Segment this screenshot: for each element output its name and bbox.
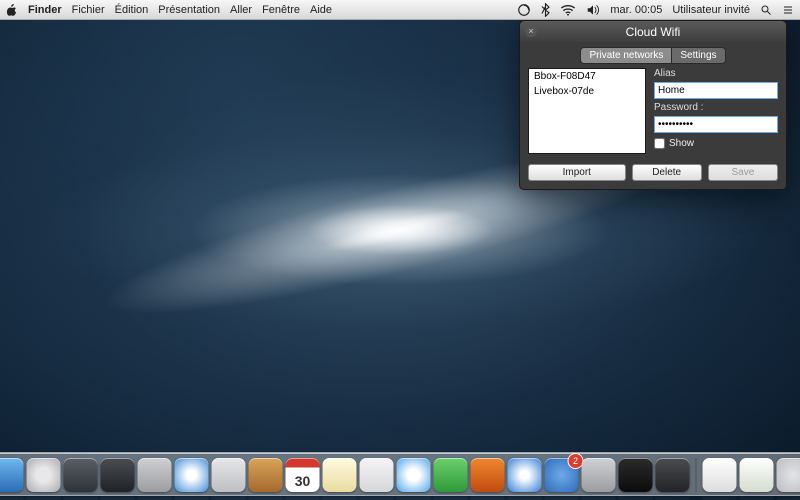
network-item[interactable]: Livebox-07de [529,84,645,99]
dock-cloud-wifi-icon[interactable] [656,458,690,492]
dock-mission-control-icon[interactable] [64,458,98,492]
delete-button[interactable]: Delete [632,164,702,181]
apple-menu-icon[interactable] [6,4,18,16]
close-icon[interactable]: × [525,25,537,37]
timemachine-status-icon[interactable] [517,3,531,17]
dock-preview-icon[interactable] [582,458,616,492]
dock: 30 2 [0,452,800,496]
wifi-status-icon[interactable] [560,4,576,16]
menubar: Finder Fichier Édition Présentation Alle… [0,0,800,20]
menu-aller[interactable]: Aller [230,4,252,16]
alias-label: Alias [654,68,778,79]
dock-dashboard-icon[interactable] [101,458,135,492]
dock-reminders-icon[interactable] [360,458,394,492]
dock-calendar-icon[interactable]: 30 [286,458,320,492]
show-password-label: Show [669,138,694,149]
menubar-user[interactable]: Utilisateur invité [672,4,750,16]
dock-safari-icon[interactable] [175,458,209,492]
password-field[interactable] [654,116,778,133]
dock-mail-icon[interactable] [212,458,246,492]
menubar-clock[interactable]: mar. 00:05 [610,4,662,16]
tab-settings[interactable]: Settings [672,47,725,64]
dock-downloads-stack-icon[interactable] [740,458,774,492]
bluetooth-status-icon[interactable] [541,3,550,17]
dock-app-store-icon[interactable]: 2 [545,458,579,492]
menu-aide[interactable]: Aide [310,4,332,16]
menu-fichier[interactable]: Fichier [72,4,105,16]
menubar-app-name[interactable]: Finder [28,4,62,16]
network-item[interactable]: Bbox-F08D47 [529,69,645,84]
dock-photo-booth-icon[interactable] [471,458,505,492]
network-form: Alias Password : Show [654,68,778,154]
tab-private-networks[interactable]: Private networks [580,47,672,64]
save-button[interactable]: Save [708,164,778,181]
dock-badge: 2 [569,454,583,468]
dock-contacts-icon[interactable] [249,458,283,492]
import-button[interactable]: Import [528,164,626,181]
cloud-wifi-window: × Cloud Wifi Private networks Settings B… [519,20,787,190]
dock-documents-stack-icon[interactable] [703,458,737,492]
dock-facetime-icon[interactable] [434,458,468,492]
dock-finder-icon[interactable] [0,458,24,492]
dock-notes-icon[interactable] [323,458,357,492]
menu-edition[interactable]: Édition [115,4,149,16]
window-titlebar[interactable]: × Cloud Wifi [520,21,786,42]
window-tabs: Private networks Settings [520,42,786,68]
dock-trash-icon[interactable] [777,458,800,492]
dock-messages-icon[interactable] [397,458,431,492]
dock-separator [696,458,697,492]
notification-center-icon[interactable] [782,4,794,16]
dock-itunes-icon[interactable] [508,458,542,492]
menu-fenetre[interactable]: Fenêtre [262,4,300,16]
show-password-checkbox[interactable] [654,138,665,149]
menu-presentation[interactable]: Présentation [158,4,220,16]
dock-system-preferences-icon[interactable] [138,458,172,492]
dock-launchpad-icon[interactable] [27,458,61,492]
window-title: Cloud Wifi [626,25,681,39]
network-list[interactable]: Bbox-F08D47 Livebox-07de [528,68,646,154]
password-label: Password : [654,102,778,113]
alias-field[interactable] [654,82,778,99]
volume-status-icon[interactable] [586,4,600,16]
spotlight-icon[interactable] [760,4,772,16]
dock-terminal-icon[interactable] [619,458,653,492]
